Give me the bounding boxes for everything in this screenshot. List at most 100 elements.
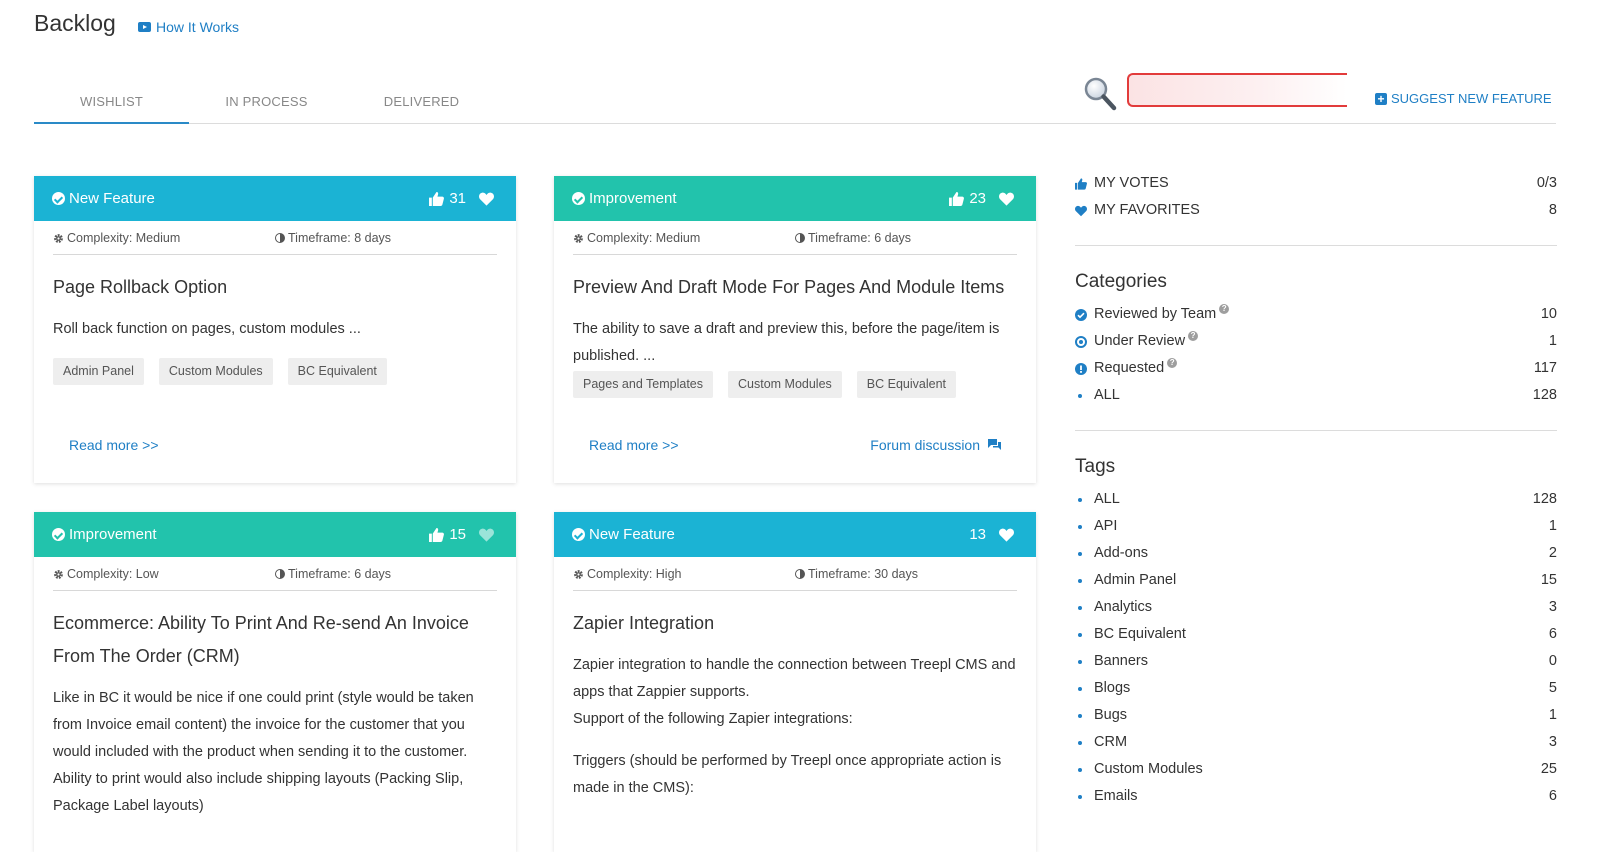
my-favorites-filter[interactable]: MY FAVORITES 8	[1075, 197, 1557, 224]
card-title[interactable]: Page Rollback Option	[53, 255, 497, 304]
my-favorites-count: 8	[1548, 202, 1557, 218]
heart-icon[interactable]	[999, 528, 1014, 542]
tag-label: API	[1094, 518, 1118, 534]
tag-filter-item[interactable]: Admin Panel 15	[1075, 567, 1557, 594]
heart-icon	[1075, 205, 1087, 217]
bullet-icon	[1078, 552, 1082, 556]
how-it-works-label: How It Works	[156, 19, 239, 35]
card-type: Improvement	[589, 190, 677, 207]
tag-count: 6	[1548, 788, 1557, 804]
tag-filter-item[interactable]: CRM 3	[1075, 729, 1557, 756]
how-it-works-link[interactable]: How It Works	[138, 19, 239, 35]
clock-icon	[795, 233, 805, 243]
bullet-icon	[1078, 687, 1082, 691]
tag-filter-item[interactable]: Add-ons 2	[1075, 540, 1557, 567]
youtube-icon	[138, 22, 151, 32]
search-input[interactable]	[1127, 73, 1347, 107]
read-more-link[interactable]: Read more >>	[69, 437, 159, 453]
tag-label: Bugs	[1094, 707, 1128, 723]
my-favorites-label: MY FAVORITES	[1094, 202, 1200, 218]
tag-filter-item[interactable]: Custom Modules 25	[1075, 756, 1557, 783]
heart-icon[interactable]	[479, 528, 494, 542]
clock-icon	[275, 233, 285, 243]
divider	[1075, 430, 1557, 431]
tag-chip[interactable]: Custom Modules	[728, 371, 842, 398]
timeframe-text: Timeframe: 6 days	[288, 567, 392, 581]
tag-filter-item[interactable]: Analytics 3	[1075, 594, 1557, 621]
tag-filter-item[interactable]: Emails 6	[1075, 783, 1557, 810]
tag-count: 2	[1548, 545, 1557, 561]
card-description: Roll back function on pages, custom modu…	[53, 321, 361, 337]
card-title[interactable]: Preview And Draft Mode For Pages And Mod…	[573, 255, 1017, 304]
chat-icon	[988, 439, 1001, 450]
tag-label: Add-ons	[1094, 545, 1149, 561]
category-item[interactable]: ALL 128	[1075, 382, 1557, 409]
help-icon[interactable]: ?	[1188, 331, 1199, 341]
help-icon[interactable]: ?	[1219, 304, 1230, 314]
timeframe-text: Timeframe: 8 days	[288, 231, 392, 245]
gear-icon	[574, 569, 583, 579]
tag-label: Custom Modules	[1094, 761, 1203, 777]
category-count: 1	[1548, 333, 1557, 349]
tag-filter-item[interactable]: BC Equivalent 6	[1075, 621, 1557, 648]
feature-card: Improvement 23 Complexity: Medium Timefr…	[554, 176, 1036, 483]
tag-filter-item[interactable]: API 1	[1075, 513, 1557, 540]
tag-chip[interactable]: BC Equivalent	[856, 371, 957, 398]
card-description: Triggers (should be performed by Treepl …	[573, 753, 1002, 796]
tag-count: 3	[1548, 599, 1557, 615]
tag-chip[interactable]: Custom Modules	[158, 358, 273, 385]
tag-label: BC Equivalent	[1094, 626, 1186, 642]
tag-count: 5	[1548, 680, 1557, 696]
tags-heading: Tags	[1075, 456, 1116, 477]
category-count: 10	[1540, 306, 1557, 322]
complexity-text: Complexity: Low	[67, 567, 159, 581]
tab-wishlist[interactable]: WISHLIST	[34, 82, 189, 124]
divider	[1075, 245, 1557, 246]
card-header[interactable]: Improvement 15	[34, 512, 516, 557]
help-icon[interactable]: ?	[1167, 358, 1178, 368]
tag-count: 3	[1548, 734, 1557, 750]
tag-label: Admin Panel	[1094, 572, 1177, 588]
category-label: Requested	[1094, 360, 1165, 376]
tag-chip[interactable]: Admin Panel	[53, 358, 144, 385]
card-header[interactable]: New Feature 13	[554, 512, 1036, 557]
tag-filter-item[interactable]: Banners 0	[1075, 648, 1557, 675]
card-header[interactable]: Improvement 23	[554, 176, 1036, 221]
clock-icon	[275, 569, 285, 579]
category-item[interactable]: Reviewed by Team? 10	[1075, 301, 1557, 328]
feature-card: Improvement 15 Complexity: Low Timeframe…	[34, 512, 516, 852]
card-description: Like in BC it would be nice if one could…	[53, 690, 474, 814]
category-count: 117	[1533, 360, 1557, 376]
my-votes-filter[interactable]: MY VOTES 0/3	[1075, 170, 1557, 197]
card-title[interactable]: Ecommerce: Ability To Print And Re-send …	[53, 591, 497, 673]
eye-icon	[1075, 336, 1087, 348]
tab-in-process[interactable]: IN PROCESS	[189, 82, 344, 122]
category-item[interactable]: Requested? 117	[1075, 355, 1557, 382]
tag-filter-item[interactable]: Bugs 1	[1075, 702, 1557, 729]
tag-count: 1	[1548, 518, 1557, 534]
tag-chip[interactable]: Pages and Templates	[573, 371, 713, 398]
tab-delivered[interactable]: DELIVERED	[344, 82, 499, 122]
heart-icon[interactable]	[479, 192, 494, 206]
tag-label: Analytics	[1094, 599, 1153, 615]
tag-chip[interactable]: BC Equivalent	[287, 358, 387, 385]
card-header[interactable]: New Feature 31	[34, 176, 516, 221]
tag-label: Blogs	[1094, 680, 1131, 696]
suggest-new-feature-button[interactable]: + SUGGEST NEW FEATURE	[1375, 91, 1552, 106]
thumbs-up-icon[interactable]	[429, 527, 445, 542]
magnifier-icon[interactable]	[1083, 76, 1117, 112]
card-title[interactable]: Zapier Integration	[573, 591, 1017, 640]
forum-discussion-link[interactable]: Forum discussion	[870, 437, 1001, 453]
vote-count: 23	[969, 190, 986, 207]
tag-filter-item[interactable]: Blogs 5	[1075, 675, 1557, 702]
heart-icon[interactable]	[999, 192, 1014, 206]
read-more-link[interactable]: Read more >>	[589, 437, 679, 453]
plus-icon: +	[1375, 92, 1387, 105]
category-label: Under Review	[1094, 333, 1186, 349]
thumbs-up-icon[interactable]	[429, 191, 445, 206]
gear-icon	[54, 233, 63, 243]
thumbs-up-icon[interactable]	[949, 191, 965, 206]
category-item[interactable]: Under Review? 1	[1075, 328, 1557, 355]
forum-label: Forum discussion	[870, 437, 980, 453]
tag-filter-item[interactable]: ALL 128	[1075, 486, 1557, 513]
